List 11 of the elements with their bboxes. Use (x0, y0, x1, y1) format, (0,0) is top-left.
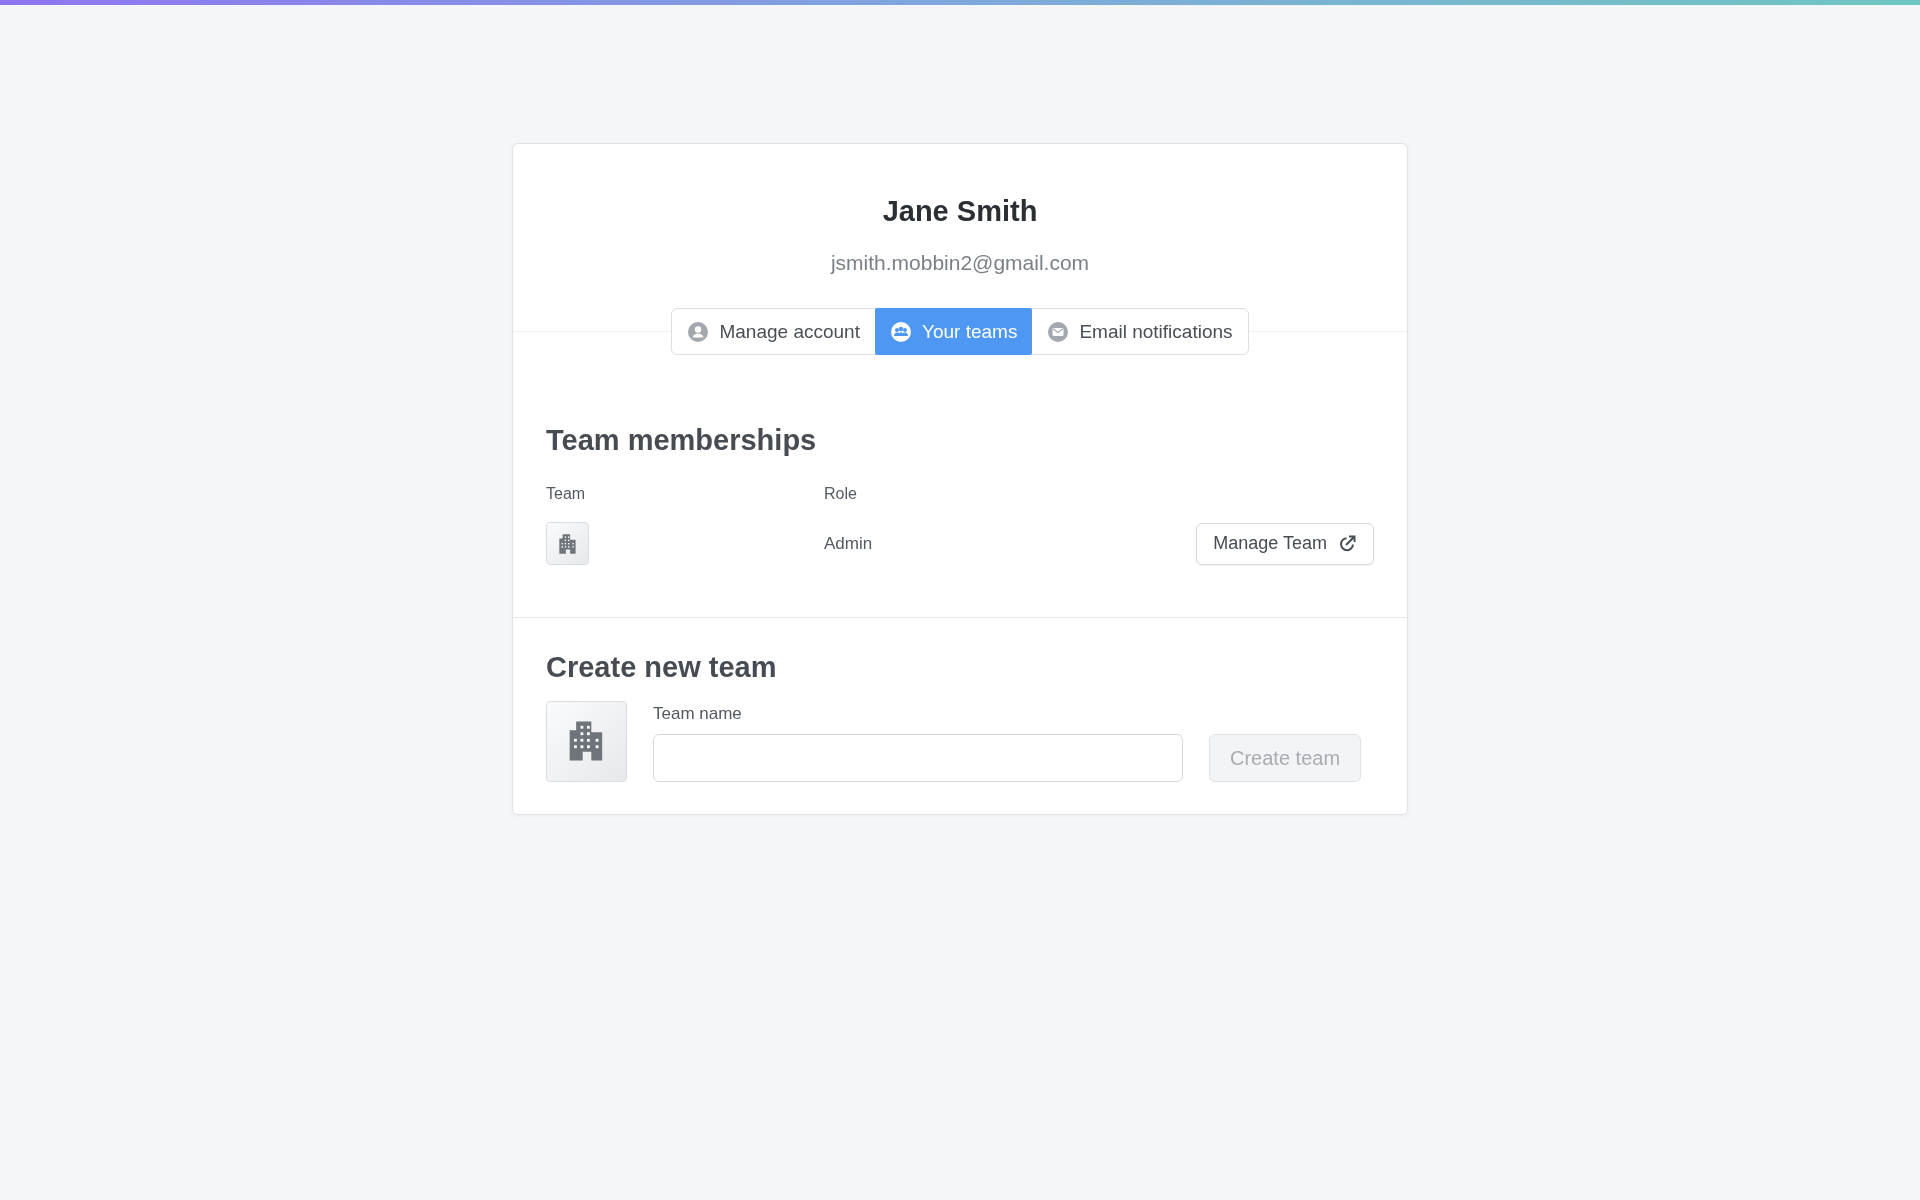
section-title: Create new team (546, 650, 778, 685)
section-title: Team memberships (546, 423, 818, 459)
tab[interactable]: Email notifications (1032, 309, 1248, 355)
column-header: Team (546, 485, 586, 503)
column-header: Role (824, 485, 857, 503)
user-email: jsmith.mobbin2@gmail.com (829, 249, 1091, 276)
role-text: Admin (824, 533, 873, 553)
user-name: Jane Smith (881, 194, 1039, 229)
field-label: Team name (653, 702, 743, 725)
manage-team-button[interactable]: Manage Team (1196, 522, 1374, 565)
tab[interactable]: Manage account (672, 309, 875, 355)
